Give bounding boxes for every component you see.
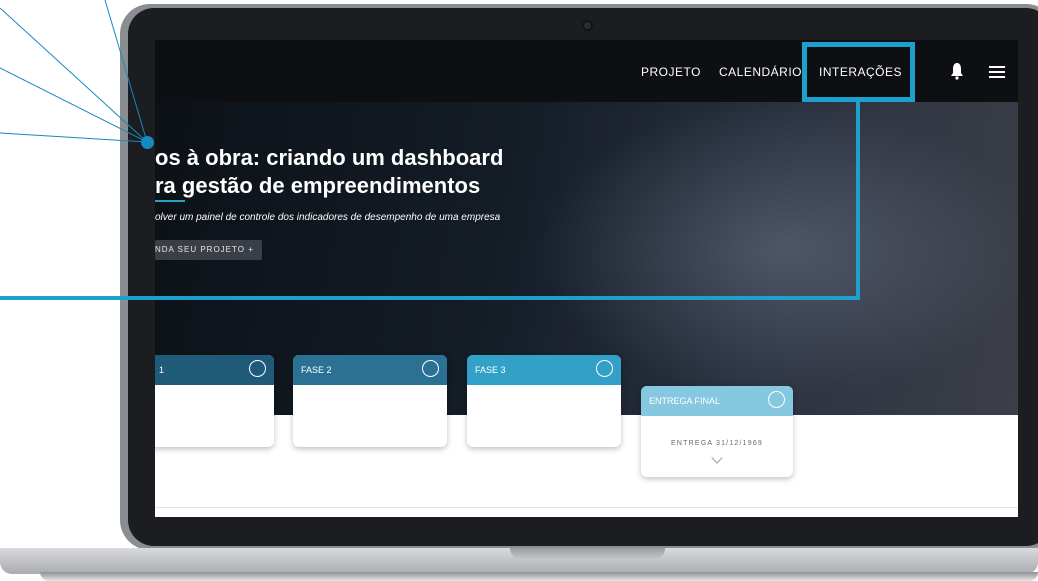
final-card-label: ENTREGA FINAL xyxy=(649,396,721,406)
camera-icon xyxy=(584,22,591,29)
callout-bottom-line xyxy=(0,296,860,300)
phase-card-1[interactable]: 1 xyxy=(155,355,274,447)
final-card-header: ENTREGA FINAL xyxy=(641,386,793,416)
phase-card-3[interactable]: FASE 3 xyxy=(467,355,621,447)
nav-calendario[interactable]: CALENDÁRIO xyxy=(719,62,802,82)
laptop-base-shadow xyxy=(40,572,1038,581)
laptop-notch xyxy=(510,548,665,560)
callout-vertical-line xyxy=(856,100,860,298)
phase-card-label: 1 xyxy=(159,365,165,375)
bell-icon[interactable] xyxy=(950,62,964,80)
final-status-circle-icon[interactable] xyxy=(768,391,785,408)
hero-subtitle: olver um painel de controle dos indicado… xyxy=(155,212,501,223)
callout-dot xyxy=(141,136,154,149)
phase-card-header: 1 xyxy=(155,355,274,385)
phase-status-circle-icon[interactable] xyxy=(422,360,439,377)
nav-projeto[interactable]: PROJETO xyxy=(641,62,701,82)
phase-status-circle-icon[interactable] xyxy=(596,360,613,377)
delivery-date: ENTREGA 31/12/1969 xyxy=(670,440,764,447)
chevron-down-icon[interactable] xyxy=(711,452,723,464)
content-divider xyxy=(155,507,1018,508)
phase-card-2[interactable]: FASE 2 xyxy=(293,355,447,447)
phase-card-label: FASE 3 xyxy=(475,365,506,375)
hamburger-menu-icon[interactable] xyxy=(989,66,1005,78)
phase-card-label: FASE 2 xyxy=(301,365,332,375)
hero-title: os à obra: criando um dashboard ra gestã… xyxy=(155,144,503,200)
hero-title-line1: os à obra: criando um dashboard xyxy=(155,145,504,170)
project-cta-button[interactable]: NDA SEU PROJETO + xyxy=(155,240,262,260)
phase-card-header: FASE 2 xyxy=(293,355,447,385)
hero-title-line2: ra gestão de empreendimentos xyxy=(155,173,481,198)
title-underline xyxy=(155,200,185,202)
final-delivery-card[interactable]: ENTREGA FINAL ENTREGA 31/12/1969 xyxy=(641,386,793,477)
phase-card-header: FASE 3 xyxy=(467,355,621,385)
phase-status-circle-icon[interactable] xyxy=(249,360,266,377)
laptop-screen: os à obra: criando um dashboard ra gestã… xyxy=(155,40,1018,517)
nav-highlight-box xyxy=(802,42,915,102)
callout-lines xyxy=(0,0,148,143)
